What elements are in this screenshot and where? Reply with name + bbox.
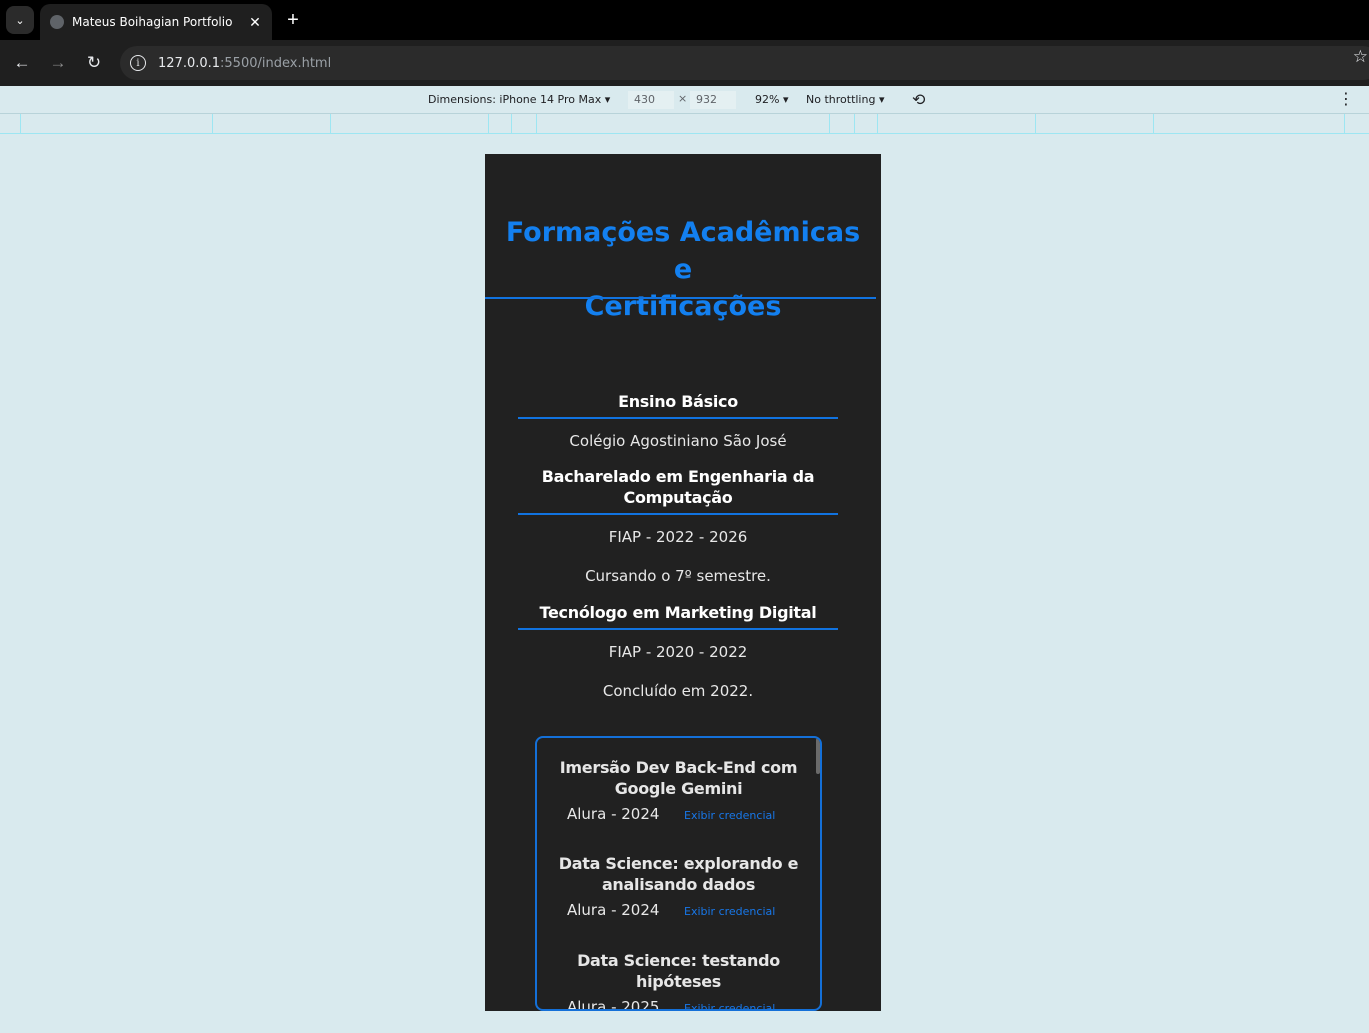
device-select[interactable]: Dimensions: iPhone 14 Pro Max ▾	[428, 93, 610, 106]
certificate-title: Imersão Dev Back-End com Google Gemini	[559, 758, 798, 798]
more-options-icon[interactable]: ⋮	[1338, 89, 1354, 108]
title-divider	[485, 297, 876, 299]
site-info-icon[interactable]: i	[130, 55, 146, 71]
certificate-item: Data Science: explorando e analisando da…	[537, 853, 820, 923]
education-item: Tecnólogo em Marketing Digital FIAP - 20…	[518, 602, 838, 701]
back-arrow-icon[interactable]: ←	[10, 51, 34, 75]
rotate-icon[interactable]: ⟲	[912, 90, 932, 110]
tab-search-button[interactable]: ⌄	[6, 6, 34, 34]
view-credential-link[interactable]: Exibir credencial	[684, 905, 775, 918]
tab-title: Mateus Boihagian Portfolio	[72, 15, 233, 29]
width-input[interactable]: 430	[628, 91, 674, 109]
reload-icon[interactable]: ↻	[82, 51, 106, 75]
browser-toolbar: ← → ↻ i 127.0.0.1:5500/index.html ☆	[0, 40, 1369, 86]
forward-arrow-icon[interactable]: →	[46, 51, 70, 75]
certificate-issuer: Alura - 2024	[567, 901, 660, 919]
certificate-item: Data Science: testando hipóteses Alura -…	[537, 950, 820, 1011]
education-item: Ensino Básico Colégio Agostiniano São Jo…	[518, 391, 838, 451]
certificates-list[interactable]: Imersão Dev Back-End com Google Gemini A…	[535, 736, 822, 1011]
certificate-title: Data Science: testando hipóteses	[577, 951, 780, 991]
tab-strip: ⌄ Mateus Boihagian Portfolio ✕ +	[0, 0, 1369, 40]
bookmark-star-icon[interactable]: ☆	[1353, 47, 1368, 67]
url-host: 127.0.0.1	[158, 55, 221, 71]
education-heading: Tecnólogo em Marketing Digital	[539, 603, 817, 622]
device-toolbar: Dimensions: iPhone 14 Pro Max ▾ 430 × 93…	[0, 86, 1369, 114]
divider	[518, 628, 838, 630]
education-text: Concluído em 2022.	[602, 682, 754, 700]
divider	[518, 417, 838, 419]
education-heading: Ensino Básico	[618, 392, 738, 411]
divider	[518, 513, 838, 515]
chevron-down-icon: ⌄	[15, 14, 25, 27]
education-text: Cursando o 7º semestre.	[585, 567, 771, 585]
height-input[interactable]: 932	[690, 91, 736, 109]
view-credential-link[interactable]: Exibir credencial	[684, 1002, 775, 1009]
globe-icon	[50, 15, 64, 29]
education-text: Colégio Agostiniano São José	[569, 432, 787, 450]
throttling-select[interactable]: No throttling ▾	[806, 93, 884, 106]
certificate-issuer: Alura - 2024	[567, 805, 660, 823]
zoom-select[interactable]: 92% ▾	[755, 93, 788, 106]
education-text: FIAP - 2020 - 2022	[608, 643, 748, 661]
certificate-issuer: Alura - 2025	[567, 998, 660, 1011]
view-credential-link[interactable]: Exibir credencial	[684, 809, 775, 822]
address-bar[interactable]: i 127.0.0.1:5500/index.html	[120, 46, 1369, 80]
media-query-ruler	[0, 114, 1369, 134]
page-title: Formações Acadêmicas e Certificações	[505, 217, 861, 322]
certificate-title: Data Science: explorando e analisando da…	[558, 854, 799, 894]
education-text: FIAP - 2022 - 2026	[608, 528, 748, 546]
page-viewport: Formações Acadêmicas e Certificações Ens…	[485, 154, 881, 1011]
close-icon[interactable]: ✕	[244, 14, 266, 31]
times-separator: ×	[678, 92, 688, 105]
education-heading: Bacharelado em Engenharia da Computação	[541, 467, 815, 507]
certificate-item: Imersão Dev Back-End com Google Gemini A…	[537, 757, 820, 827]
url-path: :5500/index.html	[220, 55, 332, 71]
new-tab-button[interactable]: +	[282, 8, 304, 32]
education-item: Bacharelado em Engenharia da Computação …	[518, 466, 838, 586]
browser-tab[interactable]: Mateus Boihagian Portfolio ✕	[40, 4, 272, 40]
